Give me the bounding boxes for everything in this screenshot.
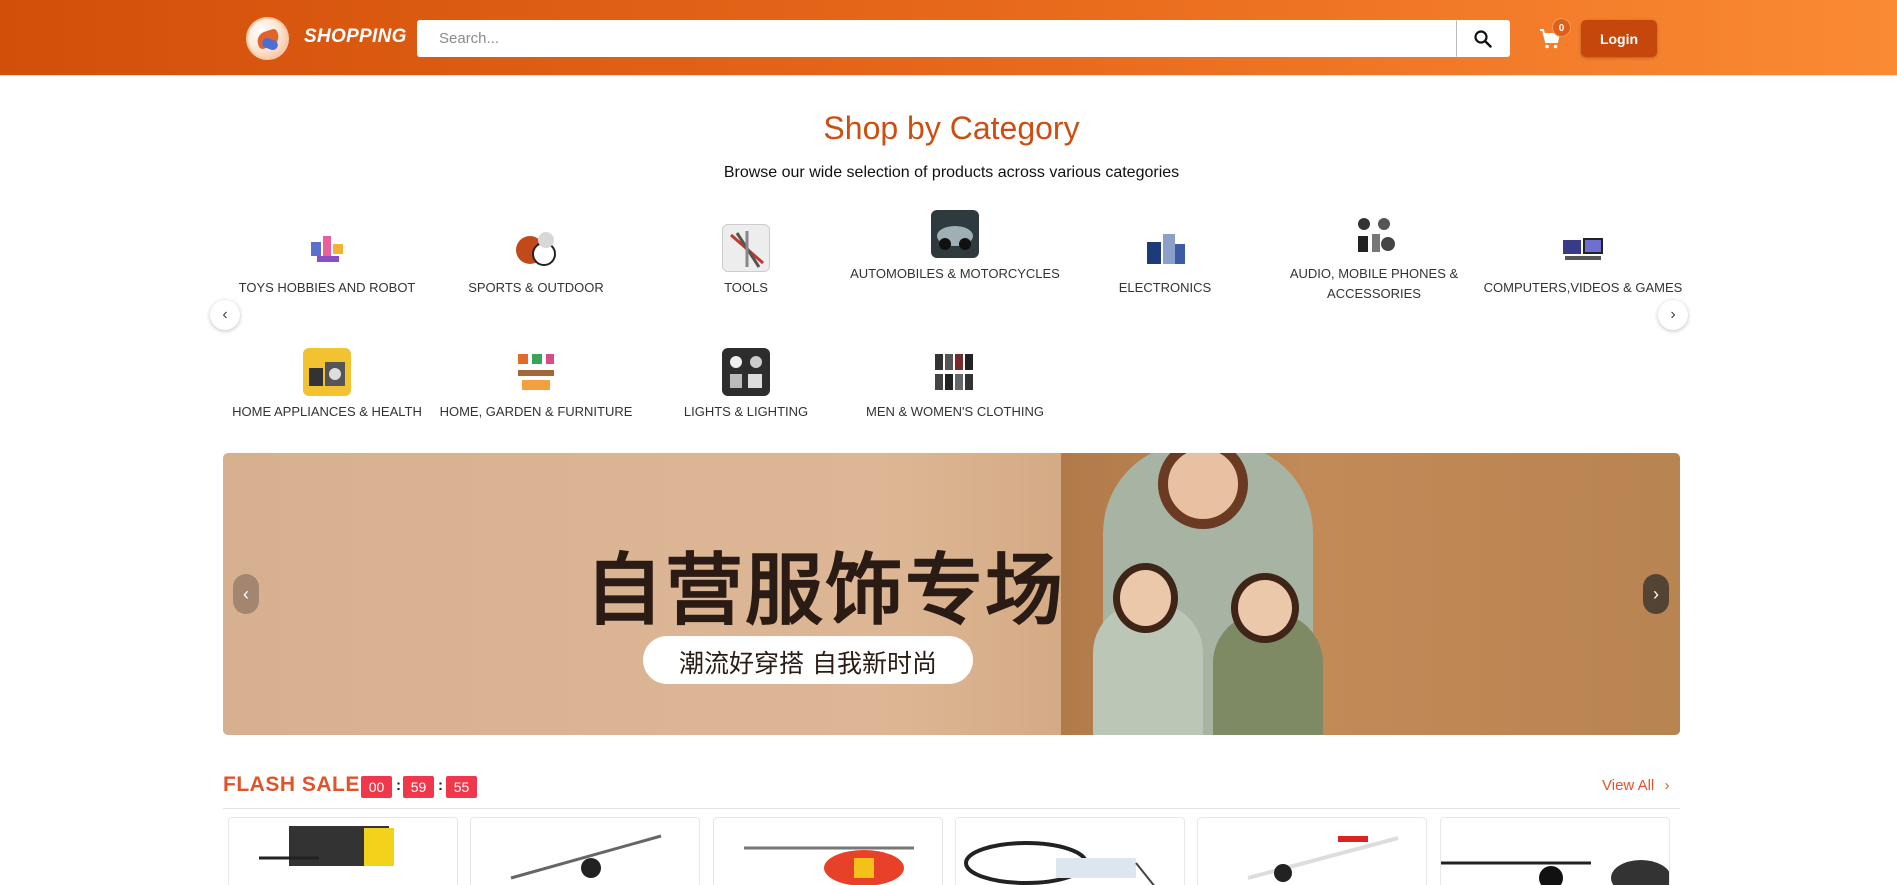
category-label: TOOLS bbox=[724, 280, 768, 295]
view-all-label: View All bbox=[1602, 777, 1655, 794]
home-appliances-icon bbox=[303, 348, 351, 396]
timer-separator: : bbox=[438, 777, 443, 794]
section-title: Shop by Category bbox=[823, 110, 1080, 146]
rc-helicopter-white-icon bbox=[1247, 836, 1399, 882]
category-label: AUTOMOBILES & MOTORCYCLES bbox=[850, 266, 1060, 281]
sports-icon bbox=[512, 224, 560, 272]
category-computers[interactable]: COMPUTERS,VIDEOS & GAMES bbox=[1478, 224, 1688, 298]
category-home-appliances[interactable]: HOME APPLIANCES & HEALTH bbox=[222, 348, 432, 422]
banner-prev-button[interactable]: ‹ bbox=[233, 574, 259, 614]
product-card[interactable] bbox=[228, 817, 458, 885]
search-icon bbox=[1474, 30, 1492, 48]
rc-aircraft-icon bbox=[964, 841, 1155, 885]
clothing-icon bbox=[931, 348, 979, 396]
computers-icon bbox=[1559, 224, 1607, 272]
category-sports[interactable]: SPORTS & OUTDOOR bbox=[431, 224, 641, 298]
category-label: HOME APPLIANCES & HEALTH bbox=[232, 404, 422, 419]
banner-title: 自营服饰专场 bbox=[585, 546, 1066, 636]
category-tools[interactable]: TOOLS bbox=[641, 224, 851, 298]
category-label: SPORTS & OUTDOOR bbox=[468, 280, 604, 295]
category-audio-mobile[interactable]: AUDIO, MOBILE PHONES & ACCESSORIES bbox=[1269, 210, 1479, 304]
flash-sale-title: FLASH SALE bbox=[223, 773, 360, 796]
banner-figure bbox=[1231, 573, 1299, 643]
toys-icon bbox=[303, 224, 351, 272]
product-card[interactable] bbox=[713, 817, 943, 885]
lights-icon bbox=[722, 348, 770, 396]
shopping-logo-icon[interactable] bbox=[246, 17, 289, 60]
chevron-right-icon: › bbox=[1664, 777, 1670, 794]
login-button[interactable]: Login bbox=[1581, 20, 1657, 57]
view-all-link[interactable]: View All › bbox=[1602, 777, 1669, 794]
category-label: HOME, GARDEN & FURNITURE bbox=[439, 404, 633, 419]
chevron-left-icon: ‹ bbox=[243, 583, 249, 604]
chevron-left-icon: ‹ bbox=[222, 306, 228, 323]
banner-figure bbox=[1113, 563, 1178, 633]
category-home-garden[interactable]: HOME, GARDEN & FURNITURE bbox=[431, 348, 641, 422]
banner-subtitle: 潮流好穿搭 自我新时尚 bbox=[679, 649, 937, 678]
category-prev-button[interactable]: ‹ bbox=[210, 300, 240, 330]
product-card[interactable] bbox=[955, 817, 1185, 885]
category-electronics[interactable]: ELECTRONICS bbox=[1060, 224, 1270, 298]
product-card[interactable] bbox=[470, 817, 700, 885]
rc-helicopter-yellow-icon bbox=[259, 826, 394, 866]
cart-count-badge: 0 bbox=[1552, 18, 1571, 37]
search-button[interactable] bbox=[1457, 20, 1510, 57]
category-toys[interactable]: TOYS HOBBIES AND ROBOT bbox=[222, 224, 432, 298]
category-lights[interactable]: LIGHTS & LIGHTING bbox=[641, 348, 851, 422]
timer-minutes: 59 bbox=[403, 776, 434, 798]
top-header: SHOPPING 0 Login bbox=[0, 0, 1897, 76]
product-card[interactable] bbox=[1197, 817, 1427, 885]
product-card[interactable] bbox=[1440, 817, 1670, 885]
rc-helicopter-black-icon bbox=[510, 834, 662, 880]
category-label: MEN & WOMEN'S CLOTHING bbox=[866, 404, 1044, 419]
flash-sale-divider bbox=[223, 808, 1680, 809]
category-label: TOYS HOBBIES AND ROBOT bbox=[238, 280, 416, 295]
category-label: COMPUTERS,VIDEOS & GAMES bbox=[1483, 280, 1683, 295]
category-label: LIGHTS & LIGHTING bbox=[683, 404, 809, 419]
timer-seconds: 55 bbox=[446, 776, 477, 798]
home-garden-icon bbox=[512, 348, 560, 396]
timer-separator: : bbox=[396, 777, 401, 794]
chevron-right-icon: › bbox=[1653, 583, 1659, 604]
search-input[interactable] bbox=[417, 20, 1457, 57]
category-clothing[interactable]: MEN & WOMEN'S CLOTHING bbox=[850, 348, 1060, 422]
tools-icon bbox=[722, 224, 770, 272]
category-label: ELECTRONICS bbox=[1118, 280, 1212, 295]
automobiles-icon bbox=[931, 210, 979, 258]
rc-helicopter-dark-icon bbox=[1441, 860, 1669, 885]
chevron-right-icon: › bbox=[1670, 306, 1676, 323]
category-automobiles[interactable]: AUTOMOBILES & MOTORCYCLES bbox=[850, 210, 1060, 284]
audio-mobile-icon bbox=[1350, 210, 1398, 258]
electronics-icon bbox=[1141, 224, 1189, 272]
category-next-button[interactable]: › bbox=[1658, 300, 1688, 330]
section-subtitle: Browse our wide selection of products ac… bbox=[723, 164, 1180, 181]
rc-helicopter-red-icon bbox=[744, 846, 914, 885]
promo-banner[interactable]: 自营服饰专场 潮流好穿搭 自我新时尚 bbox=[223, 453, 1680, 735]
banner-next-button[interactable]: › bbox=[1643, 574, 1669, 614]
category-label: AUDIO, MOBILE PHONES & ACCESSORIES bbox=[1289, 266, 1459, 301]
timer-hours: 00 bbox=[361, 776, 392, 798]
brand-name[interactable]: SHOPPING bbox=[304, 26, 407, 48]
